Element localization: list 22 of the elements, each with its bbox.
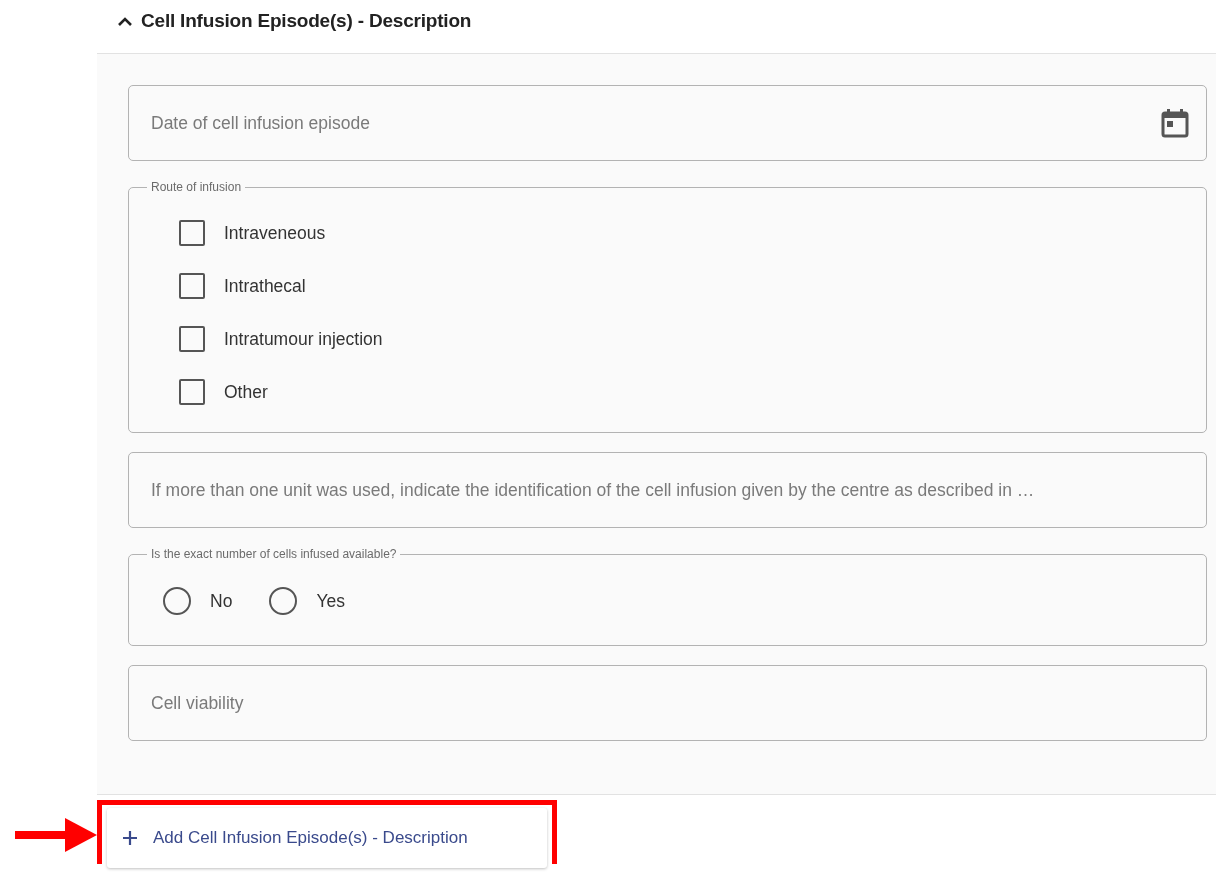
group-label: Is the exact number of cells infused available? [150, 547, 398, 561]
section-title[interactable]: Cell Infusion Episode(s) - Description [141, 10, 472, 32]
checkbox-label[interactable]: Intraveneous [224, 222, 326, 244]
checkbox-label[interactable]: Intratumour injection [224, 328, 383, 350]
chevron-up-icon[interactable] [117, 16, 133, 26]
radio-label[interactable]: Yes [316, 590, 345, 612]
group-label: Route of infusion [150, 180, 243, 194]
text-field[interactable]: Cell viability [128, 665, 1207, 741]
checkbox[interactable] [179, 220, 205, 246]
checkbox[interactable] [179, 326, 205, 352]
date-field[interactable]: Date of cell infusion episode [128, 85, 1207, 161]
plus-icon [123, 831, 137, 845]
checkbox[interactable] [179, 273, 205, 299]
checkbox-label[interactable]: Other [224, 381, 268, 403]
checkbox-label[interactable]: Intrathecal [224, 275, 306, 297]
calendar-icon[interactable] [1161, 108, 1189, 138]
radio-label[interactable]: No [210, 590, 233, 612]
radio-button[interactable] [163, 587, 191, 615]
radio-button[interactable] [269, 587, 298, 615]
add-button[interactable]: Add Cell Infusion Episode(s) - Description [107, 808, 547, 868]
text-field[interactable]: If more than one unit was used, indicate the identification of the cell infusion given by the centre as described in … [128, 452, 1207, 528]
checkbox[interactable] [179, 379, 205, 405]
